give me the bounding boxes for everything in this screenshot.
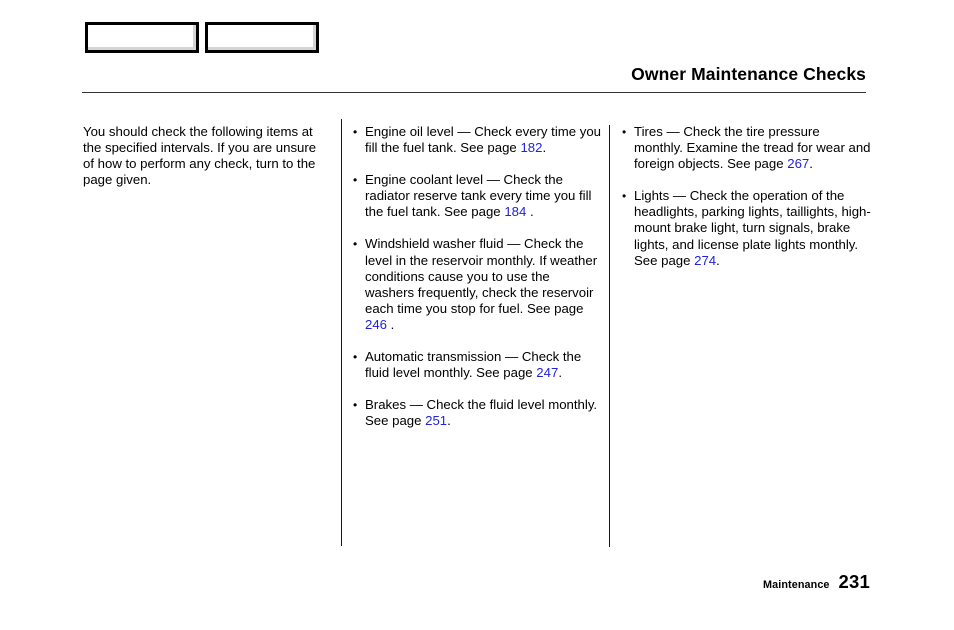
- check-item-text: Lights — Check the operation of the head…: [634, 188, 871, 268]
- page-reference-link[interactable]: 251: [425, 413, 447, 428]
- check-item-text: Brakes — Check the fluid level monthly. …: [365, 397, 598, 429]
- check-item-suffix: .: [526, 204, 534, 220]
- maintenance-check-item: Lights — Check the operation of the head…: [621, 188, 871, 268]
- column-divider-right: [609, 125, 610, 547]
- maintenance-check-item: Windshield washer fluid — Check the leve…: [352, 236, 602, 333]
- maintenance-check-list-right: Tires — Check the tire pressure monthly.…: [621, 123, 871, 269]
- page-reference-link[interactable]: 267: [787, 156, 809, 171]
- footer-section-label: Maintenance: [763, 579, 830, 591]
- check-item-text: Tires — Check the tire pressure monthly.…: [634, 124, 871, 172]
- check-item-suffix: .: [542, 140, 547, 156]
- header-tab-box-1[interactable]: [85, 22, 199, 53]
- footer-page-number: 231: [838, 571, 870, 592]
- right-column: Tires — Check the tire pressure monthly.…: [621, 123, 871, 269]
- check-item-suffix: .: [387, 316, 395, 332]
- intro-paragraph: You should check the following items at …: [83, 124, 317, 188]
- page-footer: Maintenance 231: [763, 571, 870, 593]
- maintenance-check-item: Engine oil level — Check every time you …: [352, 123, 602, 156]
- maintenance-check-list-middle: Engine oil level — Check every time you …: [352, 123, 602, 429]
- check-item-text: Engine coolant level — Check the radiato…: [365, 172, 592, 220]
- middle-column: Engine oil level — Check every time you …: [352, 123, 602, 429]
- page-reference-link[interactable]: 182: [520, 140, 542, 155]
- manual-page: { "header": { "title": "Owner Maintenanc…: [0, 0, 954, 630]
- check-item-text: Engine oil level — Check every time you …: [365, 124, 602, 156]
- page-reference-link[interactable]: 246: [365, 317, 387, 332]
- page-title: Owner Maintenance Checks: [631, 64, 866, 84]
- check-item-text: Windshield washer fluid — Check the leve…: [365, 236, 598, 316]
- maintenance-check-item: Engine coolant level — Check the radiato…: [352, 172, 602, 220]
- page-reference-link[interactable]: 274: [694, 253, 716, 268]
- page-reference-link[interactable]: 184: [504, 204, 526, 219]
- check-item-suffix: .: [716, 252, 720, 268]
- column-divider-left: [341, 119, 342, 546]
- check-item-suffix: .: [809, 156, 813, 172]
- maintenance-check-item: Brakes — Check the fluid level monthly. …: [352, 397, 602, 429]
- maintenance-check-item: Automatic transmission — Check the fluid…: [352, 349, 602, 381]
- page-reference-link[interactable]: 247: [536, 365, 558, 380]
- header-tab-box-2[interactable]: [205, 22, 319, 53]
- check-item-suffix: .: [447, 413, 451, 429]
- check-item-suffix: .: [558, 365, 562, 381]
- left-column: You should check the following items at …: [83, 124, 328, 188]
- maintenance-check-item: Tires — Check the tire pressure monthly.…: [621, 123, 871, 172]
- header-divider-rule: [82, 92, 866, 93]
